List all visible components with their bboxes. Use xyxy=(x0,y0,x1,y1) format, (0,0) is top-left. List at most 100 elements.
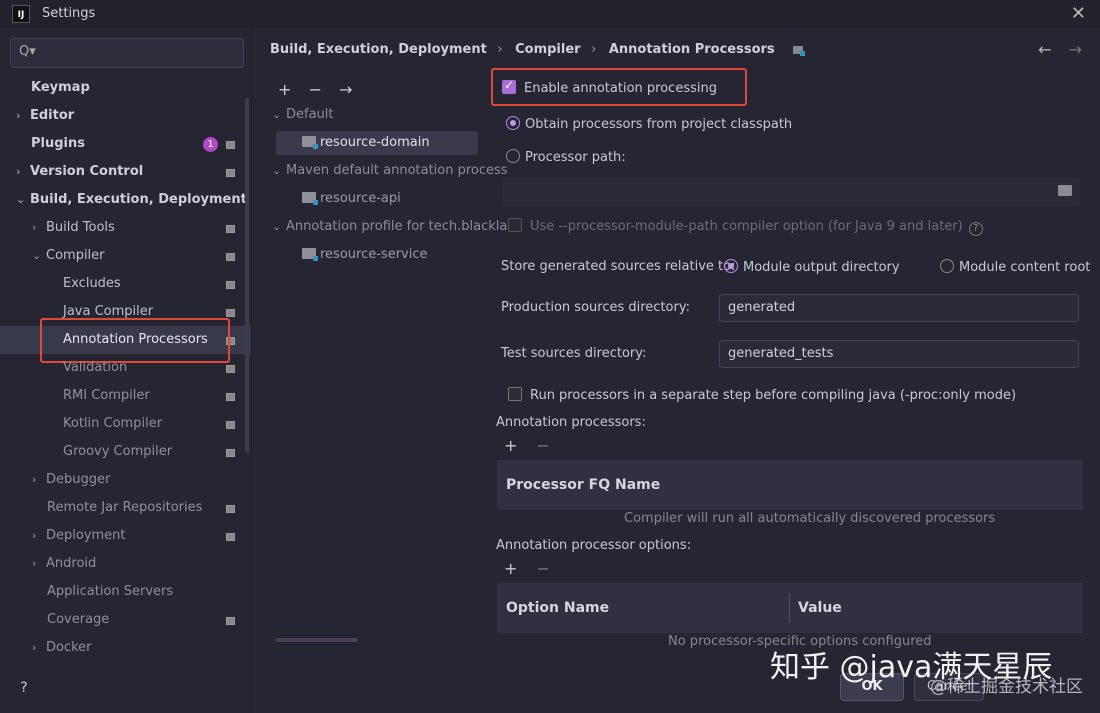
profile-default[interactable]: ⌄ Default xyxy=(272,103,334,127)
help-icon[interactable]: ? xyxy=(14,678,34,698)
chevron-down-icon: ⌄ xyxy=(32,249,42,262)
project-level-icon xyxy=(226,421,235,429)
profile-maven-default[interactable]: ⌄ Maven default annotation process xyxy=(272,159,508,183)
project-level-icon xyxy=(226,253,235,261)
project-level-icon xyxy=(226,393,235,401)
project-level-icon xyxy=(226,365,235,373)
processor-path-field[interactable] xyxy=(502,178,1080,206)
profile-blackla[interactable]: ⌄ Annotation profile for tech.blackla xyxy=(272,215,507,239)
module-output-directory-radio[interactable] xyxy=(724,259,738,273)
enable-annotation-processing-checkbox[interactable] xyxy=(502,78,516,94)
module-content-root-row[interactable]: Module content root xyxy=(940,259,1090,275)
production-sources-input[interactable]: generated xyxy=(719,294,1079,322)
sidebar-item-compiler[interactable]: ⌄ Compiler xyxy=(32,242,105,270)
sidebar-item-version-control[interactable]: › Version Control xyxy=(16,158,143,186)
profile-module-resource-api[interactable]: resource-api xyxy=(302,187,401,211)
forward-arrow-icon[interactable]: → xyxy=(1069,40,1082,59)
sidebar-item-excludes[interactable]: Excludes xyxy=(63,270,121,298)
module-folder-icon xyxy=(302,136,318,149)
sidebar-item-android[interactable]: › Android xyxy=(32,550,96,578)
sidebar-item-build-tools[interactable]: › Build Tools xyxy=(32,214,115,242)
obtain-from-classpath-row[interactable]: Obtain processors from project classpath xyxy=(506,116,792,132)
processor-options-label: Annotation processor options: xyxy=(496,538,692,553)
module-output-directory-row[interactable]: Module output directory xyxy=(724,259,900,275)
module-output-directory-label: Module output directory xyxy=(743,260,900,275)
chevron-right-icon: › xyxy=(32,473,37,486)
sidebar-item-editor[interactable]: › Editor xyxy=(16,102,74,130)
module-content-root-radio[interactable] xyxy=(940,259,954,273)
project-level-icon xyxy=(226,141,235,149)
project-level-icon xyxy=(226,505,235,513)
title-bar: IJ Settings ✕ xyxy=(0,0,1100,28)
settings-sidebar: Q▾ Keymap › Editor Plugins 1 › Version Con… xyxy=(0,28,252,713)
processor-path-row[interactable]: Processor path: xyxy=(506,149,626,165)
help-circle-icon[interactable]: ? xyxy=(968,222,983,236)
breadcrumb-item[interactable]: Build, Execution, Deployment xyxy=(270,42,487,57)
sidebar-item-label: Groovy Compiler xyxy=(63,444,173,459)
sidebar-item-groovy-compiler[interactable]: Groovy Compiler xyxy=(63,438,172,466)
history-navigation: ← → xyxy=(1026,40,1082,59)
profile-label: Annotation profile for tech.blackla xyxy=(286,219,508,234)
breadcrumb-item[interactable]: Compiler xyxy=(515,42,580,57)
profile-label: resource-api xyxy=(320,191,401,206)
obtain-from-classpath-radio[interactable] xyxy=(506,116,520,130)
sidebar-item-coverage[interactable]: Coverage xyxy=(47,606,109,634)
sidebar-item-label: Java Compiler xyxy=(63,304,154,319)
add-profile-button[interactable]: + xyxy=(278,80,291,99)
remove-option-button[interactable]: − xyxy=(537,559,550,578)
module-folder-icon xyxy=(302,192,318,205)
sidebar-item-application-servers[interactable]: Application Servers xyxy=(47,578,173,606)
sidebar-item-label: Kotlin Compiler xyxy=(63,416,163,431)
option-name-header[interactable]: Option Name xyxy=(506,583,609,633)
sidebar-item-label: Docker xyxy=(46,640,92,655)
sidebar-item-label: Build, Execution, Deployment xyxy=(30,192,247,207)
profile-module-resource-domain[interactable]: resource-domain xyxy=(302,131,430,155)
breadcrumb-separator: › xyxy=(497,42,503,57)
run-separate-step-checkbox[interactable] xyxy=(508,387,522,401)
sidebar-item-keymap[interactable]: Keymap xyxy=(31,74,90,102)
value-header[interactable]: Value xyxy=(798,583,842,633)
remove-profile-button[interactable]: − xyxy=(309,80,322,99)
enable-annotation-processing-row[interactable]: Enable annotation processing xyxy=(502,78,717,96)
run-separate-step-row[interactable]: Run processors in a separate step before… xyxy=(508,387,1016,403)
sidebar-item-kotlin-compiler[interactable]: Kotlin Compiler xyxy=(63,410,162,438)
search-input[interactable] xyxy=(39,43,239,63)
project-level-icon xyxy=(226,225,235,233)
close-icon[interactable]: ✕ xyxy=(1071,3,1086,24)
sidebar-item-label: Compiler xyxy=(46,248,105,263)
processor-fq-name-header[interactable]: Processor FQ Name xyxy=(506,477,660,493)
add-processor-button[interactable]: + xyxy=(504,436,517,455)
breadcrumb-separator: › xyxy=(591,42,597,57)
annotation-profiles-panel: + − → ⌄ Default resource-domain ⌄ Maven de… xyxy=(266,70,508,650)
processor-path-label: Processor path: xyxy=(525,150,626,165)
sidebar-item-rmi-compiler[interactable]: RMI Compiler xyxy=(63,382,150,410)
sidebar-item-label: Excludes xyxy=(63,276,121,291)
move-module-button[interactable]: → xyxy=(339,80,352,99)
processor-path-radio[interactable] xyxy=(506,149,520,163)
module-path-option-row[interactable]: Use --processor-module-path compiler opt… xyxy=(508,218,983,236)
sidebar-item-validation[interactable]: Validation xyxy=(63,354,127,382)
back-arrow-icon[interactable]: ← xyxy=(1038,40,1051,59)
sidebar-item-label: Debugger xyxy=(46,472,111,487)
juejin-watermark: @稀土掘金技术社区 xyxy=(930,677,1083,697)
sidebar-item-remote-jar-repositories[interactable]: Remote Jar Repositories xyxy=(47,494,202,522)
module-path-option-label: Use --processor-module-path compiler opt… xyxy=(530,219,963,234)
sidebar-item-debugger[interactable]: › Debugger xyxy=(32,466,110,494)
sidebar-item-deployment[interactable]: › Deployment xyxy=(32,522,126,550)
add-option-button[interactable]: + xyxy=(504,559,517,578)
profile-module-resource-service[interactable]: resource-service xyxy=(302,243,428,267)
browse-folder-icon[interactable] xyxy=(1058,185,1072,196)
profiles-horizontal-scrollbar[interactable] xyxy=(276,638,358,642)
remove-processor-button[interactable]: − xyxy=(537,436,550,455)
settings-search[interactable]: Q▾ xyxy=(10,38,244,68)
project-level-icon xyxy=(226,617,235,625)
module-path-option-checkbox[interactable] xyxy=(508,218,522,232)
profile-label: resource-domain xyxy=(320,135,430,150)
test-sources-input[interactable]: generated_tests xyxy=(719,340,1079,368)
sidebar-item-build-execution-deployment[interactable]: ⌄ Build, Execution, Deployment xyxy=(16,186,247,214)
sidebar-item-docker[interactable]: › Docker xyxy=(32,634,92,662)
intellij-app-icon: IJ xyxy=(12,5,30,23)
sidebar-scrollbar[interactable] xyxy=(245,98,249,453)
sidebar-item-plugins[interactable]: Plugins xyxy=(31,130,85,158)
obtain-from-classpath-label: Obtain processors from project classpath xyxy=(525,117,793,132)
